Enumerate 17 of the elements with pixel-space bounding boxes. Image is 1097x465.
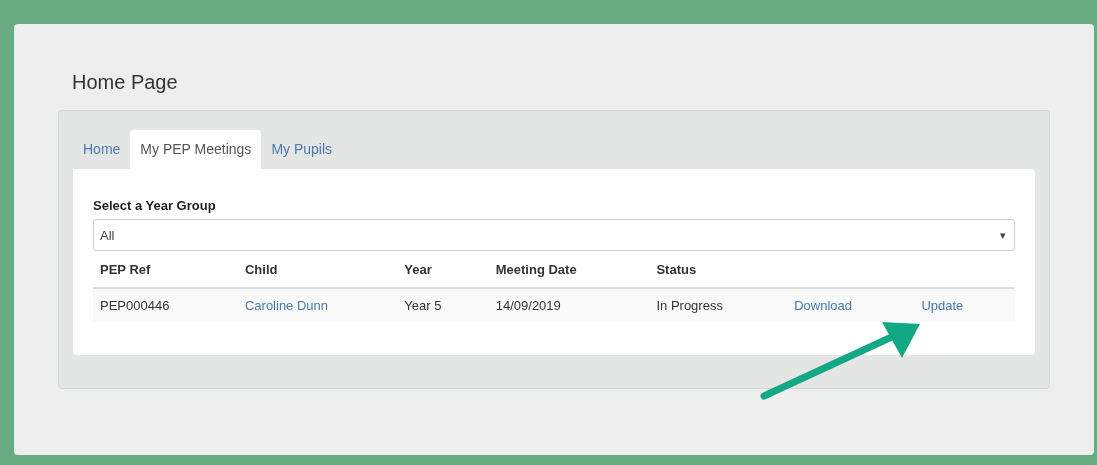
column-header: Year: [404, 262, 432, 277]
table-cell: Year 5: [404, 298, 442, 313]
table-link[interactable]: Update: [921, 298, 964, 313]
column-header: Child: [244, 262, 278, 277]
field-label: Select a Year Group: [93, 198, 217, 213]
table-link[interactable]: Download: [794, 298, 852, 313]
column-header: Status: [656, 262, 697, 277]
year-group-dropdown[interactable]: All ▾: [93, 219, 1015, 251]
page-title: Home Page: [72, 70, 179, 94]
column-header: Meeting Date: [495, 262, 577, 277]
tab[interactable]: Home: [73, 130, 131, 169]
tab[interactable]: My PEP Meetings: [130, 130, 262, 169]
tab[interactable]: My Pupils: [261, 130, 343, 169]
table-cell: 14/09/2019: [495, 298, 561, 313]
table-cell: PEP000446: [100, 298, 170, 313]
table-cell: In Progress: [656, 298, 723, 313]
column-header: PEP Ref: [100, 262, 151, 277]
